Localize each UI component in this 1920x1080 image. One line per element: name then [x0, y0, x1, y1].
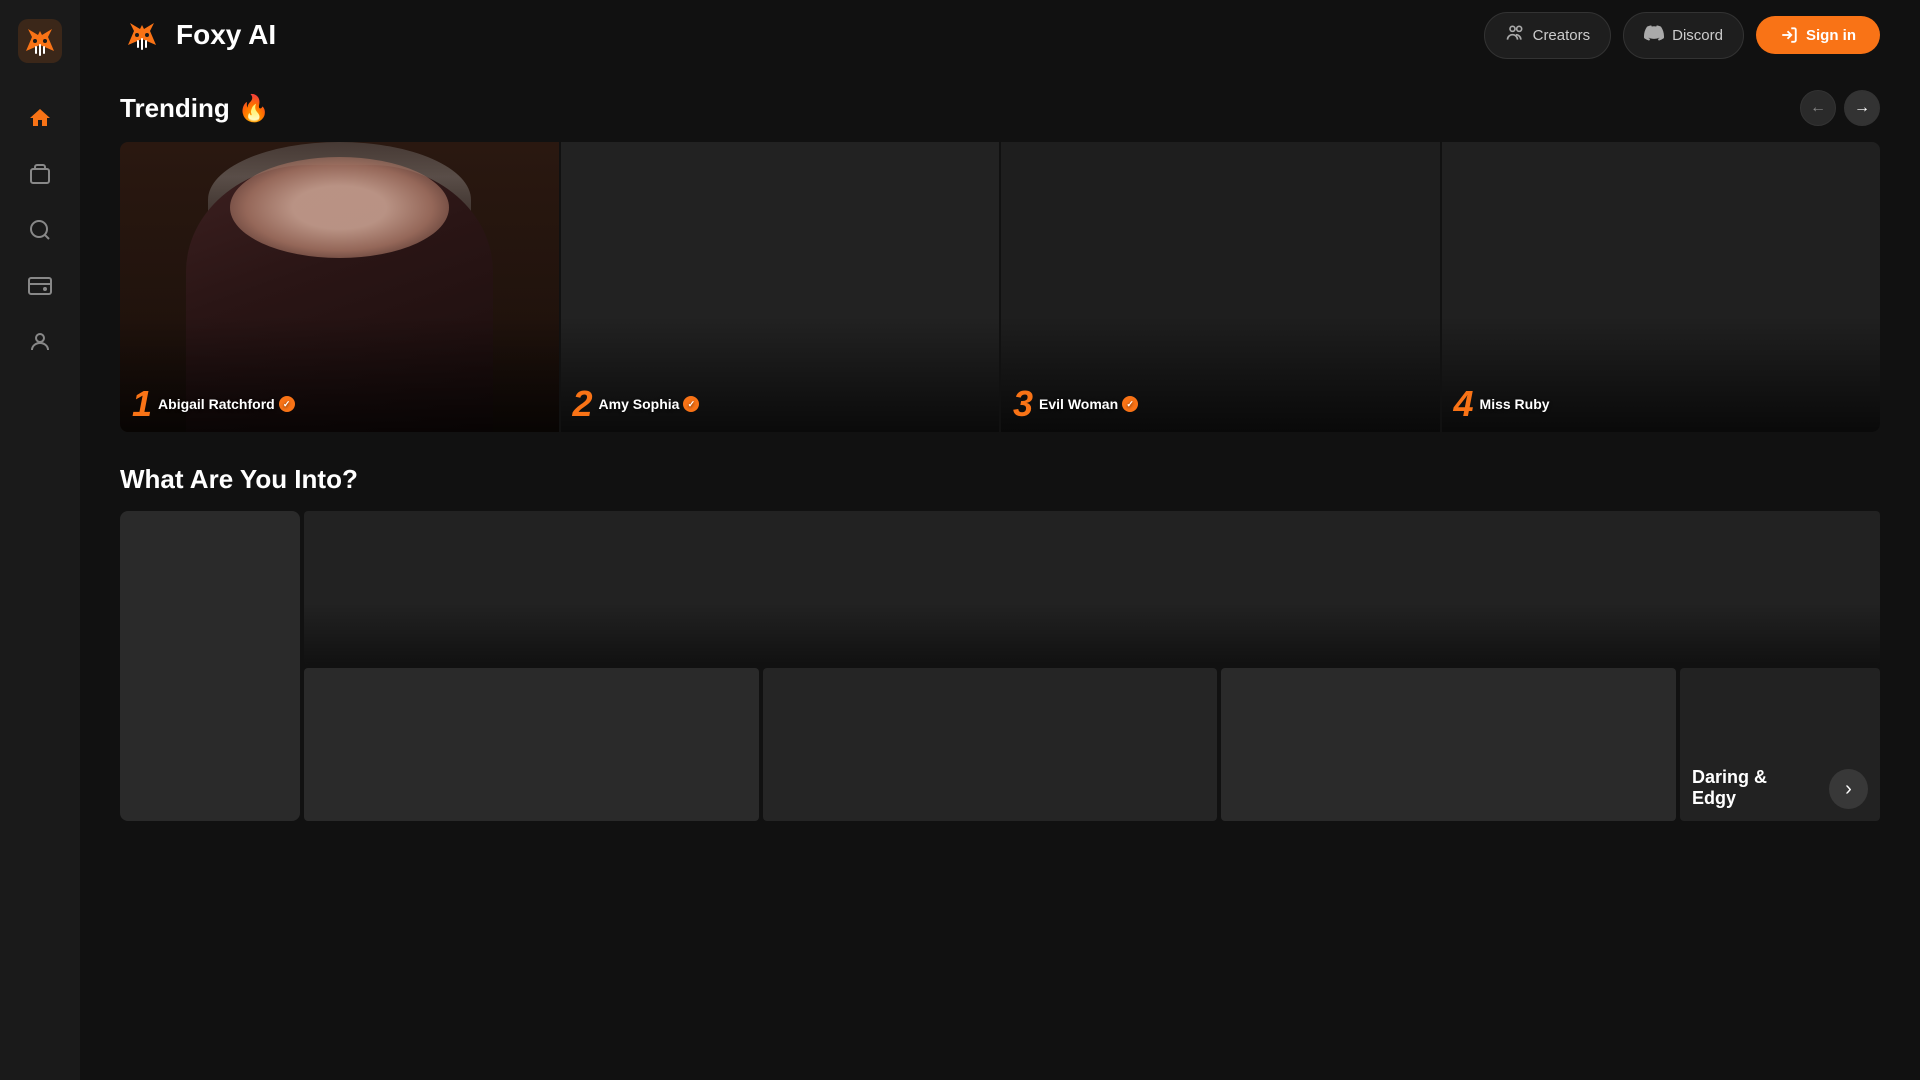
- creators-label: Creators: [1533, 27, 1591, 44]
- rank-1-name: Abigail Ratchford ✓: [158, 396, 295, 412]
- rank-3-name: Evil Woman ✓: [1039, 396, 1138, 412]
- sidebar: [0, 0, 80, 1080]
- category-small-3[interactable]: [1221, 668, 1676, 821]
- sidebar-item-search[interactable]: [16, 206, 64, 254]
- rank-3-info: 3 Evil Woman ✓: [1013, 386, 1138, 422]
- creators-button[interactable]: Creators: [1484, 12, 1612, 59]
- daring-edgy-card[interactable]: Daring & Edgy ›: [1680, 668, 1880, 821]
- app-title: Foxy AI: [176, 19, 276, 51]
- categories-title: What Are You Into?: [120, 464, 1880, 495]
- daring-edgy-label: Daring & Edgy: [1692, 767, 1813, 809]
- trending-grid: 1 Abigail Ratchford ✓ 2 Amy Sophia ✓: [120, 142, 1880, 432]
- prev-arrow[interactable]: ←: [1800, 90, 1836, 126]
- trending-nav-arrows: ← →: [1800, 90, 1880, 126]
- categories-bottom: Daring & Edgy ›: [304, 668, 1880, 821]
- signin-label: Sign in: [1806, 27, 1856, 44]
- main-wrapper: Foxy AI Creators: [80, 0, 1920, 1080]
- category-small-1[interactable]: [304, 668, 759, 821]
- category-card-left[interactable]: [120, 511, 300, 821]
- sidebar-item-home[interactable]: [16, 94, 64, 142]
- header: Foxy AI Creators: [80, 0, 1920, 70]
- rank-1-number: 1: [132, 386, 152, 422]
- sidebar-logo: [15, 16, 65, 66]
- verified-badge-2: ✓: [683, 396, 699, 412]
- sidebar-item-wallet[interactable]: [16, 262, 64, 310]
- trending-card-1[interactable]: 1 Abigail Ratchford ✓: [120, 142, 559, 432]
- discord-label: Discord: [1672, 27, 1723, 44]
- trending-card-2[interactable]: 2 Amy Sophia ✓: [561, 142, 1000, 432]
- rank-4-number: 4: [1454, 386, 1474, 422]
- next-arrow[interactable]: →: [1844, 90, 1880, 126]
- categories-right: Daring & Edgy ›: [304, 511, 1880, 821]
- verified-badge-1: ✓: [279, 396, 295, 412]
- daring-edgy-chevron[interactable]: ›: [1829, 769, 1868, 809]
- trending-card-4[interactable]: 4 Miss Ruby: [1442, 142, 1881, 432]
- signin-icon: [1780, 26, 1798, 44]
- sidebar-item-gallery[interactable]: [16, 150, 64, 198]
- trending-title: Trending 🔥: [120, 93, 270, 124]
- trending-card-3[interactable]: 3 Evil Woman ✓: [1001, 142, 1440, 432]
- creators-icon: [1505, 23, 1525, 48]
- rank-4-name: Miss Ruby: [1480, 396, 1550, 412]
- category-small-2[interactable]: [763, 668, 1218, 821]
- verified-badge-3: ✓: [1122, 396, 1138, 412]
- header-nav: Creators Discord Sign in: [1484, 12, 1880, 59]
- rank-1-info: 1 Abigail Ratchford ✓: [132, 386, 295, 422]
- discord-icon: [1644, 23, 1664, 48]
- rank-4-info: 4 Miss Ruby: [1454, 386, 1550, 422]
- rank-3-number: 3: [1013, 386, 1033, 422]
- signin-button[interactable]: Sign in: [1756, 16, 1880, 54]
- rank-2-number: 2: [573, 386, 593, 422]
- rank-2-name: Amy Sophia ✓: [599, 396, 700, 412]
- content-area: Trending 🔥 ← → 1: [80, 70, 1920, 1080]
- rank-2-info: 2 Amy Sophia ✓: [573, 386, 700, 422]
- categories-grid: Daring & Edgy ›: [120, 511, 1880, 821]
- discord-button[interactable]: Discord: [1623, 12, 1744, 59]
- trending-title-text: Trending: [120, 93, 230, 124]
- header-logo: Foxy AI: [120, 13, 276, 57]
- trending-header: Trending 🔥 ← →: [120, 90, 1880, 126]
- fire-emoji: 🔥: [238, 93, 270, 124]
- categories-top: [304, 511, 1880, 664]
- sidebar-item-profile[interactable]: [16, 318, 64, 366]
